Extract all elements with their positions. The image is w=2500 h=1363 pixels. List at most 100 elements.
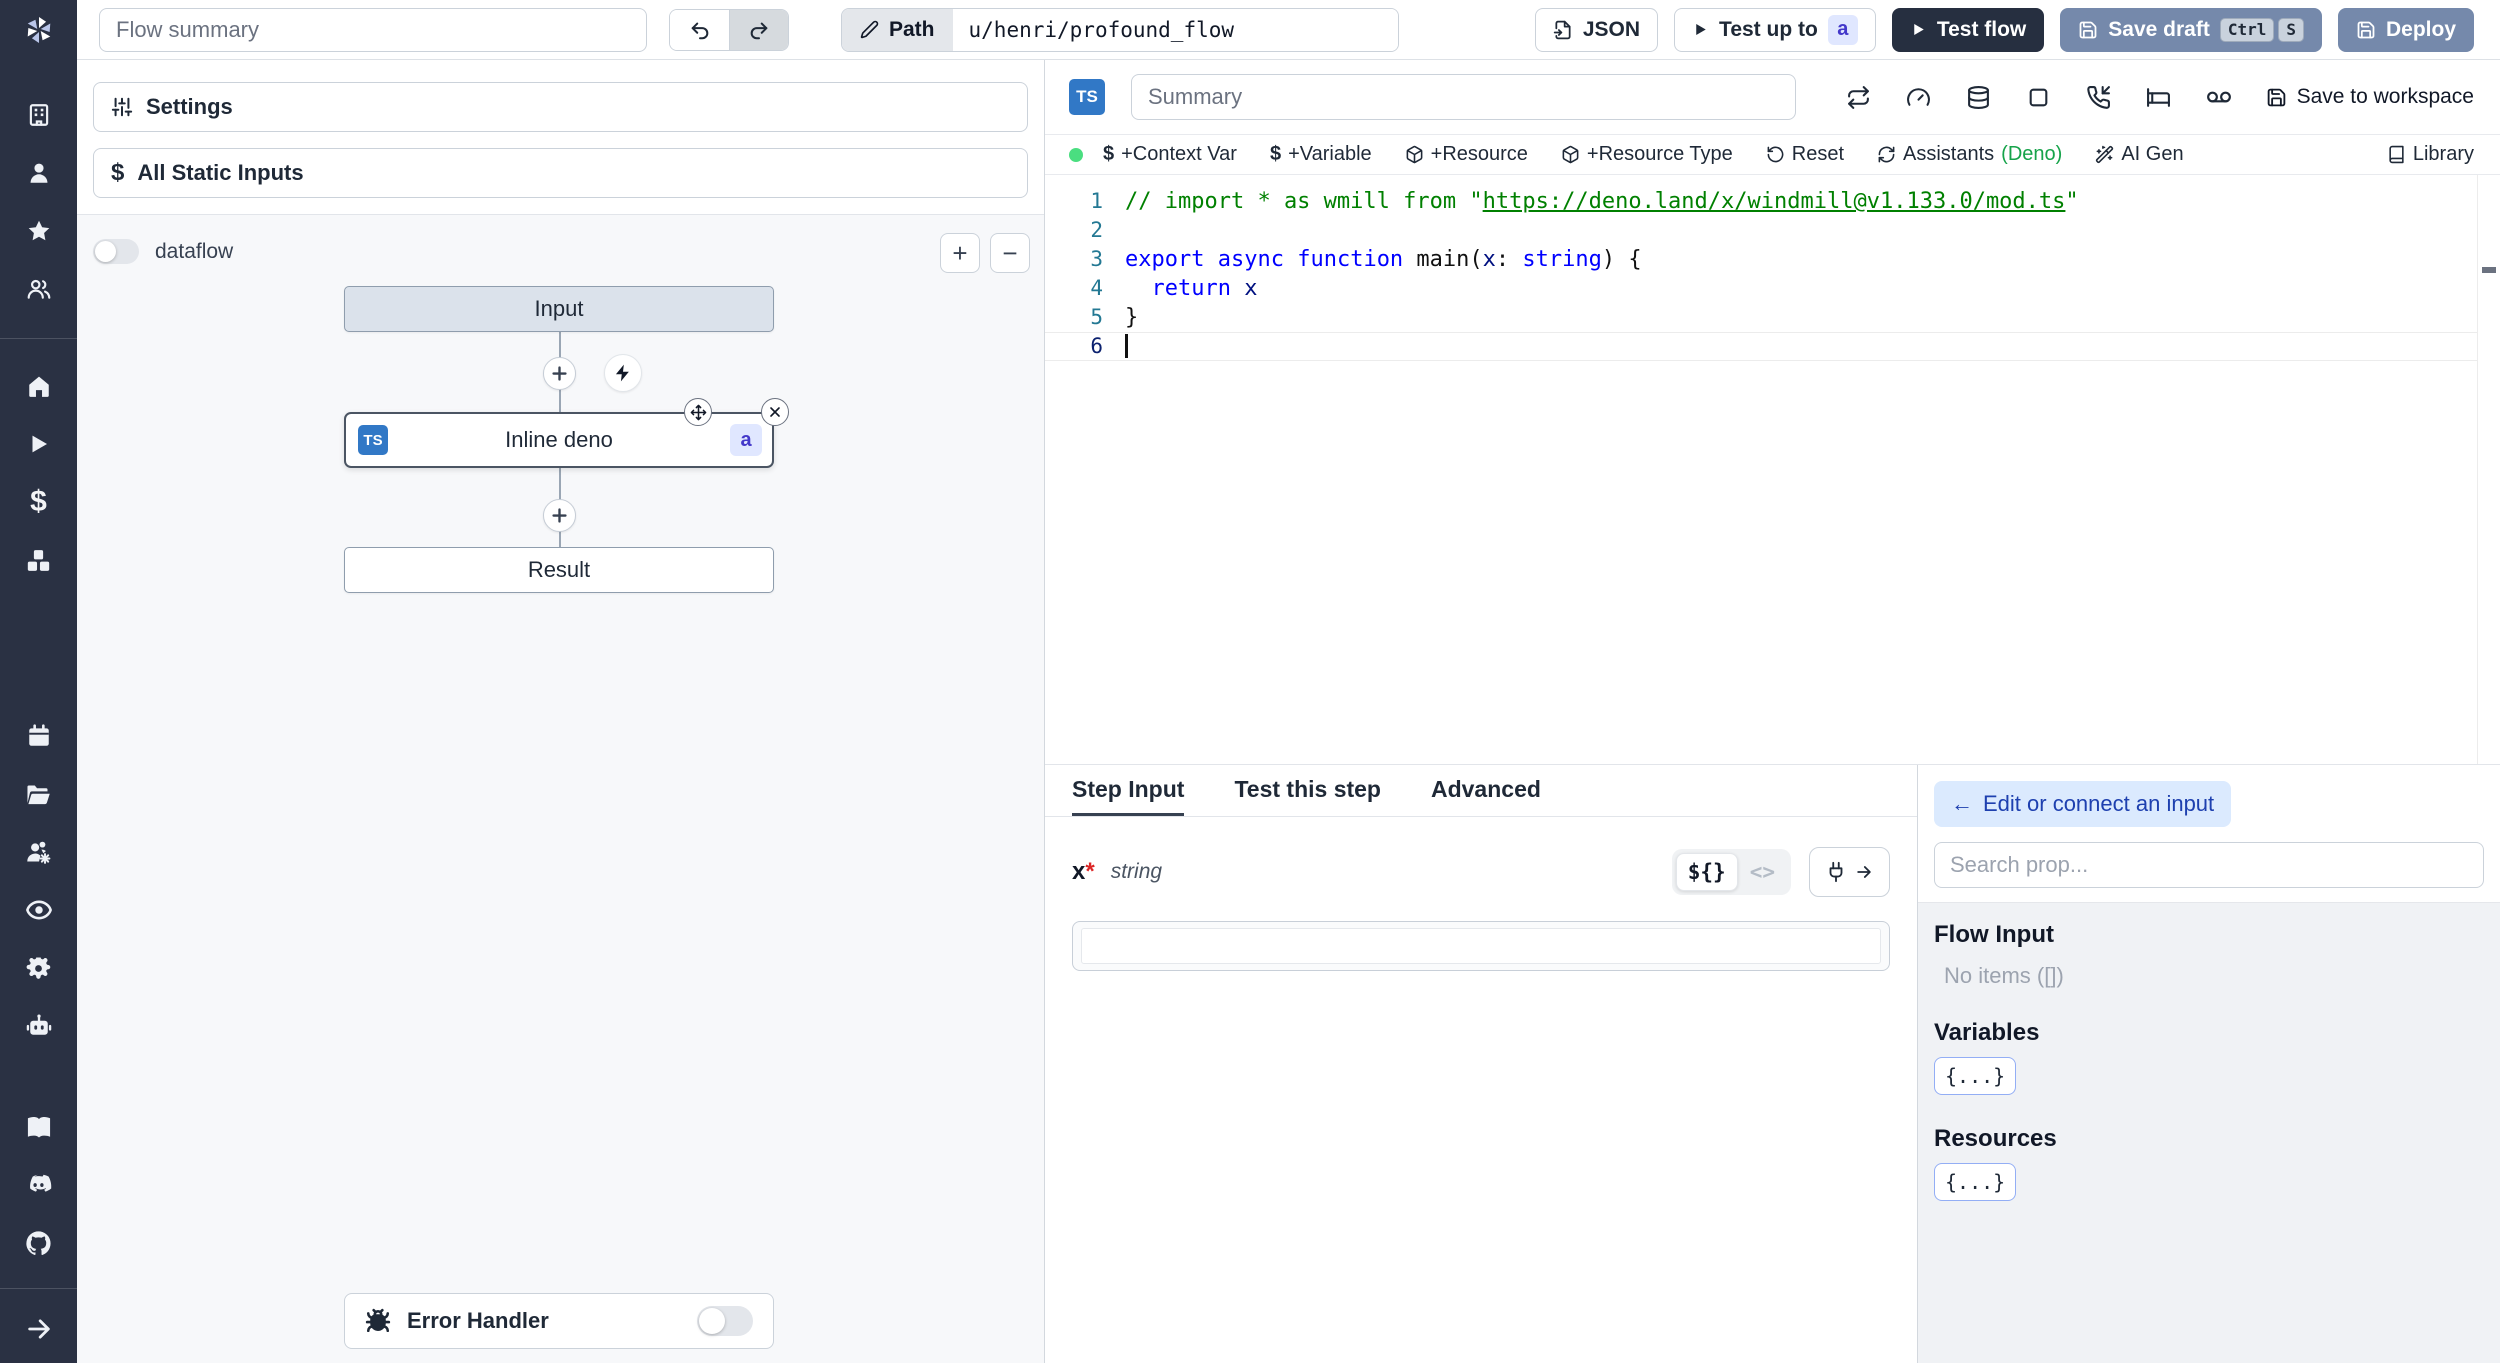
users-cog-icon[interactable] (0, 823, 77, 881)
lsp-status-dot (1069, 147, 1083, 162)
all-static-inputs-button[interactable]: $ All Static Inputs (93, 148, 1028, 198)
zoom-out-button[interactable]: − (990, 233, 1030, 273)
code-mode-button[interactable]: <> (1738, 860, 1787, 884)
voicemail-icon[interactable] (2206, 84, 2232, 110)
gauge-icon[interactable] (1906, 85, 1931, 110)
test-up-to-button[interactable]: Test up to a (1674, 7, 1876, 52)
input-mode-segmented: ${} <> (1671, 849, 1791, 895)
move-icon (690, 404, 706, 420)
json-label: JSON (1582, 17, 1641, 41)
eye-icon[interactable] (0, 881, 77, 939)
add-resource-button[interactable]: +Resource (1405, 143, 1528, 166)
ai-gen-label: AI Gen (2121, 143, 2184, 165)
path-label: Path (889, 17, 935, 41)
save-draft-button[interactable]: Save draft Ctrl S (2060, 7, 2322, 52)
connect-input-button[interactable] (1809, 847, 1890, 897)
user-icon[interactable] (0, 144, 77, 202)
boxes-icon[interactable] (0, 531, 77, 589)
zoom-in-button[interactable]: + (940, 233, 980, 273)
users-icon[interactable] (0, 260, 77, 318)
code-lines: // import * as wmill from "https://deno.… (1045, 187, 2477, 361)
test-up-to-step-badge[interactable]: a (1827, 14, 1858, 45)
star-icon[interactable] (0, 202, 77, 260)
step-tabs: Step Input Test this step Advanced (1045, 765, 1917, 817)
flow-result-node[interactable]: Result (344, 547, 774, 593)
add-variable-button[interactable]: $ +Variable (1270, 143, 1372, 166)
tab-advanced[interactable]: Advanced (1431, 765, 1541, 816)
undo-button[interactable] (670, 9, 729, 50)
error-handler-toggle[interactable] (697, 1306, 753, 1336)
bug-icon (365, 1308, 391, 1333)
book-open-icon[interactable] (0, 1098, 77, 1156)
home-icon[interactable] (0, 357, 77, 415)
square-icon[interactable] (2026, 85, 2051, 110)
search-prop-input[interactable] (1934, 842, 2484, 888)
template-mode-button[interactable]: ${} (1675, 853, 1738, 891)
cursor-ruler-mark (2482, 267, 2496, 273)
editor-toolbar: $ +Context Var $ +Variable +Resource +Reso… (1045, 135, 2500, 175)
code-editor[interactable]: 123456 // import * as wmill from "https:… (1045, 175, 2500, 765)
dollar-icon[interactable]: $ (0, 473, 77, 531)
step-node-label: Inline deno (505, 427, 613, 452)
building-icon[interactable] (0, 86, 77, 144)
overview-ruler[interactable] (2477, 175, 2500, 764)
arrow-left-icon: ← (1951, 791, 1973, 816)
kbd-ctrl: Ctrl (2219, 17, 2275, 42)
settings-gear-icon[interactable] (0, 939, 77, 997)
step-input-area: Step Input Test this step Advanced x * st… (1045, 765, 1918, 1363)
path-value-input[interactable] (952, 8, 1398, 51)
test-flow-button[interactable]: Test flow (1891, 7, 2045, 52)
save-to-workspace-button[interactable]: Save to workspace (2266, 85, 2474, 109)
step-summary-input[interactable] (1131, 74, 1796, 120)
redo-button[interactable] (729, 9, 788, 50)
dataflow-toggle[interactable] (93, 239, 139, 264)
flow-graph-canvas[interactable]: dataflow + − Input TS Inline deno a Resu… (77, 215, 1044, 1363)
file-json-icon (1553, 20, 1571, 39)
flow-settings-button[interactable]: Settings (93, 82, 1028, 132)
edit-or-connect-button[interactable]: ← Edit or connect an input (1934, 781, 2232, 827)
add-step-button-top[interactable] (543, 357, 576, 390)
json-button[interactable]: JSON (1534, 7, 1659, 52)
database-icon[interactable] (1966, 85, 1991, 110)
flow-summary-input[interactable] (99, 7, 647, 52)
save-icon (2079, 21, 2097, 38)
library-button[interactable]: Library (2387, 143, 2474, 166)
ai-gen-button[interactable]: AI Gen (2095, 143, 2184, 166)
field-x-input[interactable] (1081, 928, 1881, 964)
deploy-button[interactable]: Deploy (2337, 7, 2474, 52)
resources-object-chip[interactable]: {...} (1934, 1163, 2017, 1201)
assistants-button[interactable]: Assistants (Deno) (1877, 143, 2062, 166)
folder-open-icon[interactable] (0, 765, 77, 823)
repeat-icon[interactable] (1846, 85, 1871, 110)
rotate-ccw-icon (1767, 146, 1784, 163)
trigger-bolt-button[interactable] (604, 354, 642, 392)
reset-button[interactable]: Reset (1766, 143, 1844, 166)
bed-icon[interactable] (2146, 85, 2171, 110)
play-icon (1914, 24, 1924, 35)
add-resource-type-button[interactable]: +Resource Type (1561, 143, 1733, 166)
play-icon[interactable] (0, 415, 77, 473)
path-edit-button[interactable]: Path (842, 8, 953, 51)
robot-icon[interactable] (0, 997, 77, 1055)
add-context-var-button[interactable]: $ +Context Var (1103, 143, 1237, 166)
sidebar-nav-group: $ (0, 357, 77, 589)
inline-deno-step-node[interactable]: TS Inline deno a (344, 412, 774, 468)
topbar: Path JSON Test up to a Test flow (77, 0, 2500, 60)
discord-icon[interactable] (0, 1156, 77, 1214)
phone-incoming-icon[interactable] (2086, 85, 2111, 110)
windmill-logo[interactable] (0, 0, 77, 60)
plus-icon (552, 366, 567, 381)
variables-object-chip[interactable]: {...} (1934, 1057, 2017, 1095)
tab-step-input[interactable]: Step Input (1072, 765, 1185, 816)
expand-sidebar-button[interactable] (0, 1305, 77, 1353)
flow-input-node[interactable]: Input (344, 286, 774, 332)
calendar-icon[interactable] (0, 707, 77, 765)
sidebar-divider-bottom (0, 1288, 77, 1289)
tab-test-this-step[interactable]: Test this step (1234, 765, 1381, 816)
delete-step-button[interactable] (761, 398, 789, 426)
github-icon[interactable] (0, 1214, 77, 1272)
error-handler-row[interactable]: Error Handler (344, 1293, 774, 1349)
add-step-button-bottom[interactable] (543, 499, 576, 532)
step-editor-header: TS Save to workspace (1045, 60, 2500, 135)
move-step-button[interactable] (684, 398, 712, 426)
